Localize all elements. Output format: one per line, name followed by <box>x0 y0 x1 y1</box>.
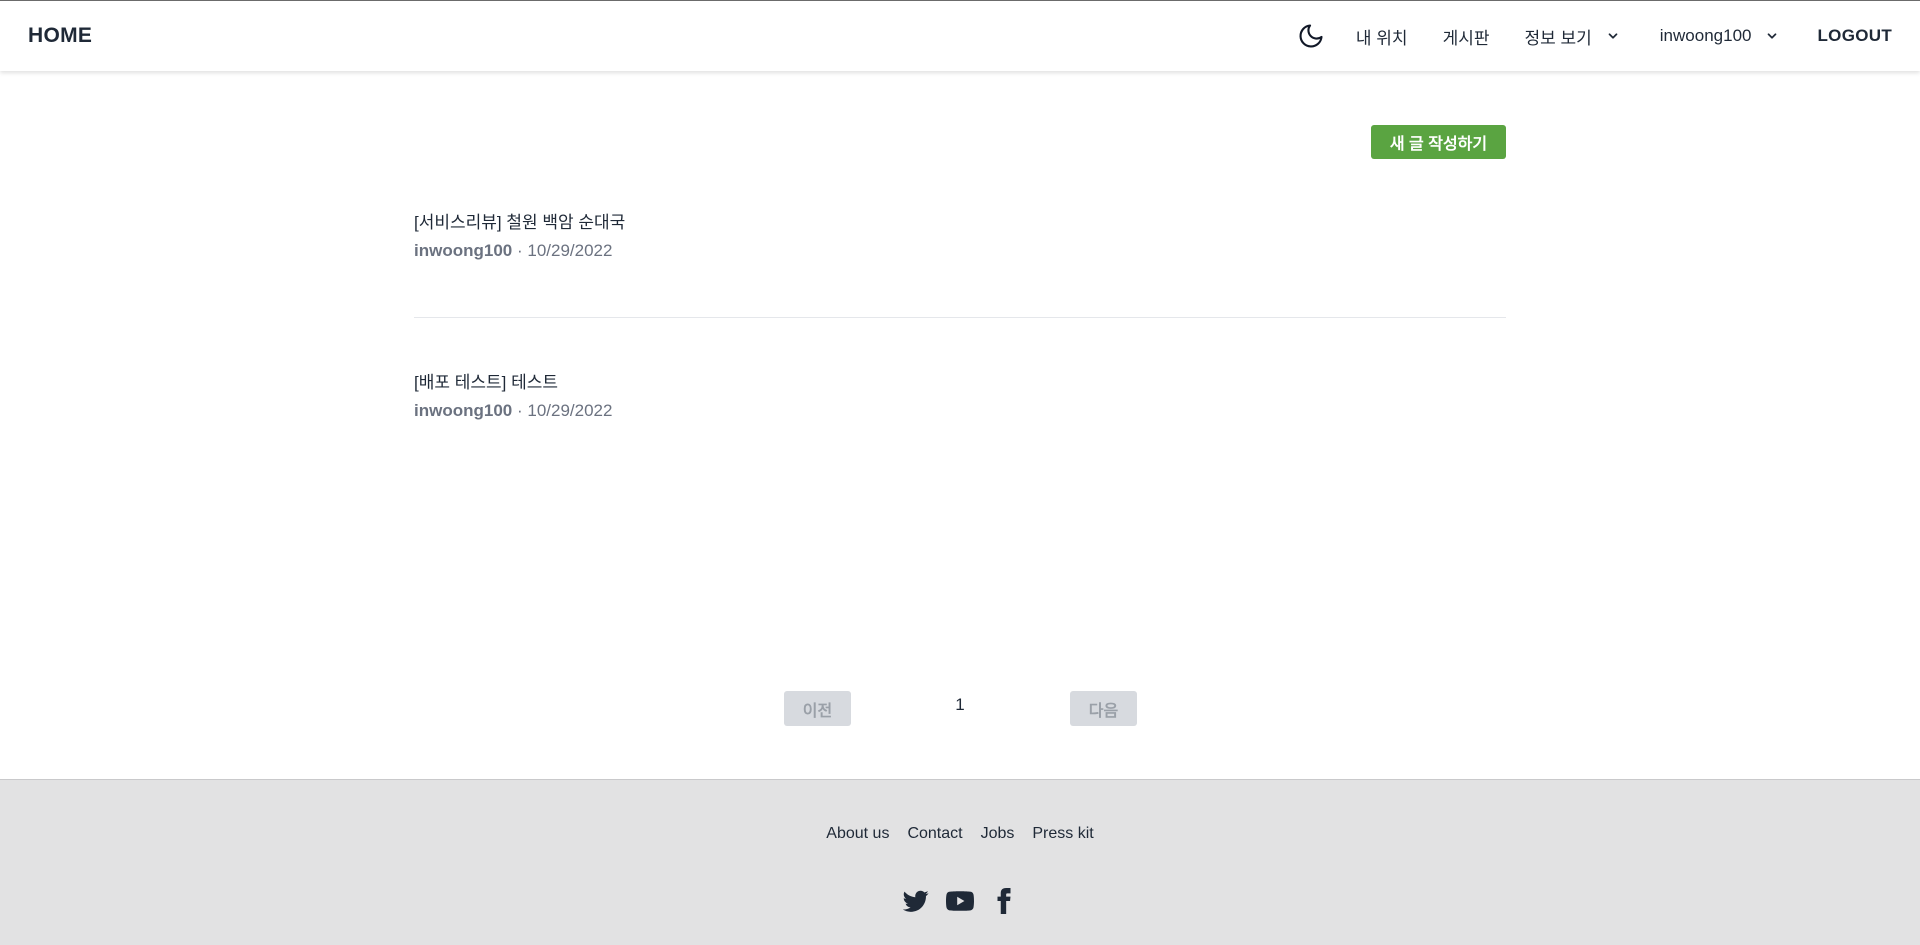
post-author: inwoong100 <box>414 241 513 260</box>
nav-my-location[interactable]: 내 위치 <box>1356 24 1408 49</box>
current-page-number: 1 <box>955 695 965 714</box>
social-links <box>0 887 1920 915</box>
footer-link-jobs[interactable]: Jobs <box>981 825 1015 843</box>
footer-link-contact[interactable]: Contact <box>907 825 962 843</box>
pagination: 이전 1 다음 <box>784 691 1137 726</box>
post-title[interactable]: [배포 테스트] 테스트 <box>414 372 1506 394</box>
post-date: 10/29/2022 <box>527 401 613 420</box>
meta-separator: · <box>516 401 523 420</box>
nav-board[interactable]: 게시판 <box>1443 24 1490 49</box>
post-author: inwoong100 <box>414 401 513 420</box>
footer-link-press-kit[interactable]: Press kit <box>1032 825 1093 843</box>
nav-info-dropdown[interactable]: 정보 보기 <box>1524 24 1619 49</box>
theme-toggle-button[interactable] <box>1294 19 1328 53</box>
post-meta: inwoong100 · 10/29/2022 <box>414 400 1506 422</box>
post-title[interactable]: [서비스리뷰] 철원 백암 순대국 <box>414 212 1506 234</box>
chevron-down-icon <box>1606 29 1620 43</box>
facebook-icon[interactable] <box>990 887 1018 915</box>
chevron-down-icon <box>1765 29 1779 43</box>
moon-icon <box>1299 24 1323 48</box>
prev-page-button[interactable]: 이전 <box>784 691 851 726</box>
twitter-icon[interactable] <box>902 887 930 915</box>
meta-separator: · <box>516 241 523 260</box>
nav-menu: 내 위치 게시판 정보 보기 inwoong100 LOGOUT <box>1294 1 1892 71</box>
list-item: [서비스리뷰] 철원 백암 순대국 inwoong100 · 10/29/202… <box>414 212 1506 262</box>
next-page-button[interactable]: 다음 <box>1070 691 1137 726</box>
footer-link-about[interactable]: About us <box>826 825 889 843</box>
youtube-icon[interactable] <box>946 887 974 915</box>
footer-links: About us Contact Jobs Press kit <box>0 825 1920 843</box>
logout-button[interactable]: LOGOUT <box>1817 26 1892 46</box>
username-label: inwoong100 <box>1659 26 1752 45</box>
divider <box>414 317 1506 318</box>
post-date: 10/29/2022 <box>527 241 613 260</box>
user-menu-dropdown[interactable]: inwoong100 <box>1660 26 1780 46</box>
post-meta: inwoong100 · 10/29/2022 <box>414 240 1506 262</box>
footer: About us Contact Jobs Press kit <box>0 779 1920 945</box>
navbar: HOME 내 위치 게시판 정보 보기 inwoong100 LOGOUT <box>0 0 1920 71</box>
nav-info-label: 정보 보기 <box>1524 28 1592 48</box>
list-item: [배포 테스트] 테스트 inwoong100 · 10/29/2022 <box>414 372 1506 422</box>
home-link[interactable]: HOME <box>28 24 92 48</box>
new-post-button[interactable]: 새 글 작성하기 <box>1371 125 1506 159</box>
